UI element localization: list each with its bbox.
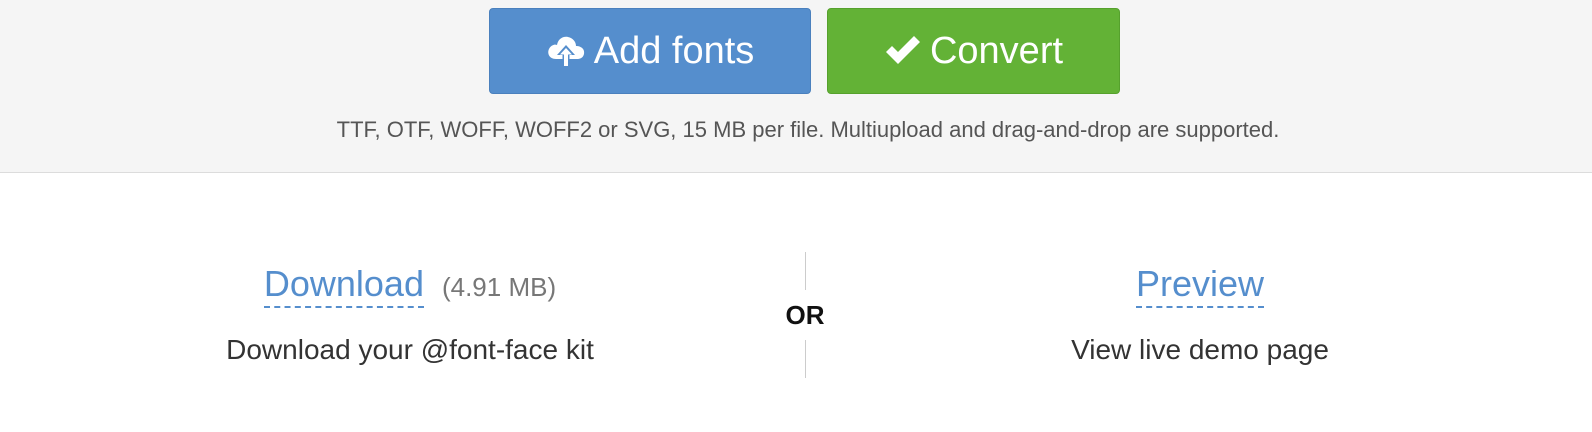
preview-section: Preview View live demo page bbox=[1000, 262, 1400, 366]
download-section: Download (4.91 MB) Download your @font-f… bbox=[180, 262, 640, 366]
checkmark-icon bbox=[884, 35, 922, 67]
add-fonts-button[interactable]: Add fonts bbox=[489, 8, 811, 94]
download-link[interactable]: Download bbox=[263, 262, 424, 308]
cloud-upload-icon bbox=[546, 33, 586, 69]
divider-top bbox=[805, 252, 806, 290]
supported-formats-hint: TTF, OTF, WOFF, WOFF2 or SVG, 15 MB per … bbox=[336, 117, 1280, 142]
preview-description: View live demo page bbox=[1071, 334, 1329, 365]
convert-button[interactable]: Convert bbox=[827, 8, 1120, 94]
or-separator: OR bbox=[785, 300, 825, 330]
divider-bottom bbox=[805, 340, 806, 378]
preview-link[interactable]: Preview bbox=[1135, 262, 1265, 308]
add-fonts-label: Add fonts bbox=[593, 29, 755, 72]
download-description: Download your @font-face kit bbox=[226, 334, 594, 365]
convert-label: Convert bbox=[929, 29, 1064, 72]
download-size: (4.91 MB) bbox=[441, 272, 557, 302]
upload-panel: Add fonts Convert TTF, OTF, WOFF, WOFF2 … bbox=[0, 0, 1592, 173]
